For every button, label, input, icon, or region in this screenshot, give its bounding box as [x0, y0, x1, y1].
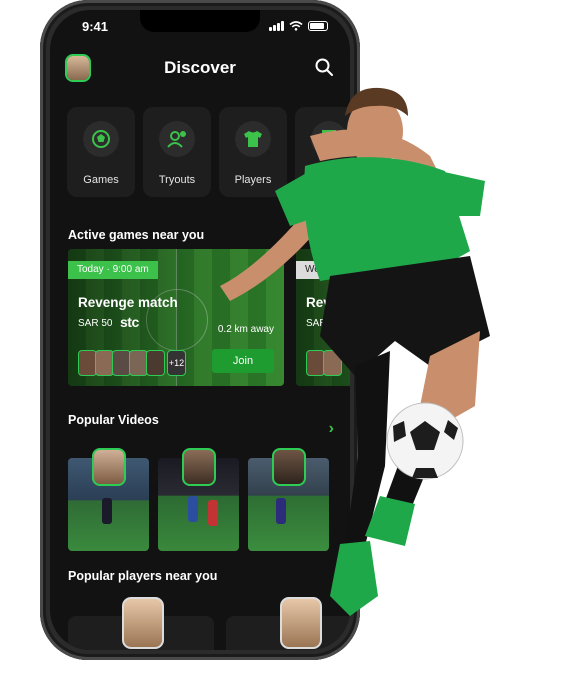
- sponsor-logo: stc: [120, 314, 139, 330]
- game-name: Revenge match: [78, 295, 178, 310]
- player-badge: [92, 448, 126, 486]
- section-title-popular-videos: Popular Videos: [68, 413, 159, 427]
- status-bar: 9:41: [82, 19, 328, 35]
- player-photo: [122, 597, 164, 649]
- signal-icon: [269, 21, 284, 31]
- status-time: 9:41: [82, 19, 109, 34]
- football-player-illustration: [220, 87, 490, 616]
- wifi-icon: [289, 21, 303, 31]
- battery-icon: [308, 21, 328, 31]
- soccer-ball-icon: [83, 121, 119, 157]
- page-title: Discover: [164, 58, 236, 77]
- video-thumbnail[interactable]: [68, 448, 149, 551]
- player-avatars: +12: [78, 350, 186, 376]
- search-icon[interactable]: [314, 57, 334, 77]
- category-games[interactable]: Games: [67, 107, 135, 197]
- player-avatar: [146, 350, 165, 376]
- game-price: SAR 50: [78, 318, 113, 329]
- game-time-badge: Today · 9:00 am: [68, 261, 158, 279]
- category-label: Games: [83, 174, 119, 186]
